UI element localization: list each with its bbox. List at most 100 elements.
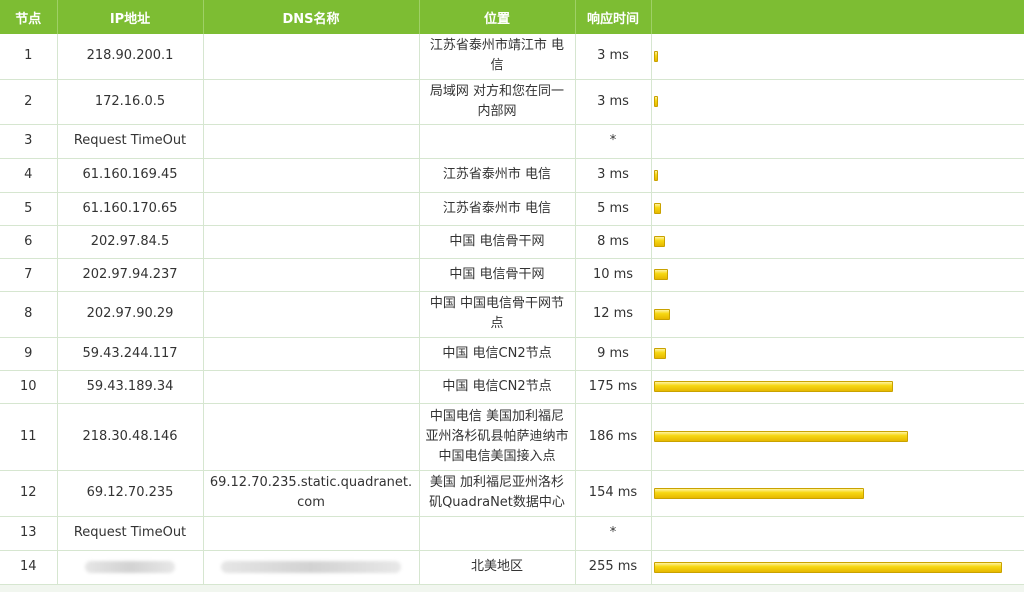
cell-location: 局域网 对方和您在同一内部网 xyxy=(419,79,576,125)
cell-location: 江苏省泰州市 电信 xyxy=(419,192,576,226)
cell-bar xyxy=(651,158,1024,193)
table-row: 2 172.16.0.5 局域网 对方和您在同一内部网 3 ms xyxy=(0,79,1024,125)
cell-ip: 202.97.94.237 xyxy=(57,258,204,292)
latency-bar xyxy=(653,50,658,62)
cell-dns xyxy=(203,192,420,226)
table-row: 13 Request TimeOut * xyxy=(0,516,1024,551)
cell-dns xyxy=(203,225,420,259)
cell-dns xyxy=(203,550,420,585)
cell-node: 10 xyxy=(0,370,58,404)
cell-time: * xyxy=(575,124,652,159)
cell-location: 中国电信 美国加利福尼亚州洛杉矶县帕萨迪纳市中国电信美国接入点 xyxy=(419,403,576,471)
cell-location xyxy=(419,516,576,551)
latency-bar xyxy=(653,348,666,359)
cell-bar xyxy=(651,403,1024,471)
cell-ip: Request TimeOut xyxy=(57,516,204,551)
cell-ip: 172.16.0.5 xyxy=(57,79,204,125)
header-location: 位置 xyxy=(419,0,576,34)
cell-location: 中国 电信CN2节点 xyxy=(419,370,576,404)
header-dns: DNS名称 xyxy=(203,0,420,34)
cell-dns xyxy=(203,403,420,471)
cell-ip: 59.43.244.117 xyxy=(57,337,204,371)
latency-bar xyxy=(653,169,658,181)
cell-time: 12 ms xyxy=(575,291,652,338)
cell-time: 9 ms xyxy=(575,337,652,371)
cell-node: 11 xyxy=(0,403,58,471)
cell-ip: 61.160.169.45 xyxy=(57,158,204,193)
cell-node: 8 xyxy=(0,291,58,338)
latency-bar xyxy=(653,561,1002,573)
cell-location: 中国 电信骨干网 xyxy=(419,258,576,292)
latency-bar xyxy=(653,96,658,107)
latency-bar xyxy=(653,269,668,280)
cell-bar xyxy=(651,337,1024,371)
cell-dns xyxy=(203,370,420,404)
cell-dns xyxy=(203,79,420,125)
cell-time: 5 ms xyxy=(575,192,652,226)
cell-time: 175 ms xyxy=(575,370,652,404)
latency-bar xyxy=(653,236,665,247)
cell-node: 12 xyxy=(0,470,58,517)
cell-dns xyxy=(203,34,420,80)
cell-node: 3 xyxy=(0,124,58,159)
cell-location: 美国 加利福尼亚州洛杉矶QuadraNet数据中心 xyxy=(419,470,576,517)
cell-node: 2 xyxy=(0,79,58,125)
cell-time: 255 ms xyxy=(575,550,652,585)
cell-location xyxy=(419,124,576,159)
cell-location: 北美地区 xyxy=(419,550,576,585)
latency-bar xyxy=(653,381,893,392)
cell-time: 10 ms xyxy=(575,258,652,292)
cell-node: 1 xyxy=(0,34,58,80)
cell-dns xyxy=(203,516,420,551)
cell-location: 江苏省泰州市靖江市 电信 xyxy=(419,34,576,80)
latency-bar xyxy=(653,308,670,320)
cell-node: 13 xyxy=(0,516,58,551)
cell-dns xyxy=(203,291,420,338)
cell-bar xyxy=(651,225,1024,259)
table-row: 3 Request TimeOut * xyxy=(0,124,1024,159)
cell-time: 186 ms xyxy=(575,403,652,471)
table-row: 11 218.30.48.146 中国电信 美国加利福尼亚州洛杉矶县帕萨迪纳市中… xyxy=(0,403,1024,471)
cell-node: 4 xyxy=(0,158,58,193)
table-row: 5 61.160.170.65 江苏省泰州市 电信 5 ms xyxy=(0,192,1024,226)
cell-ip: 218.90.200.1 xyxy=(57,34,204,80)
table-row: 9 59.43.244.117 中国 电信CN2节点 9 ms xyxy=(0,337,1024,371)
cell-dns xyxy=(203,258,420,292)
cell-node: 9 xyxy=(0,337,58,371)
redacted-ip xyxy=(85,560,175,573)
cell-bar xyxy=(651,516,1024,551)
cell-time: 154 ms xyxy=(575,470,652,517)
cell-bar xyxy=(651,550,1024,585)
cell-time: 3 ms xyxy=(575,79,652,125)
cell-bar xyxy=(651,258,1024,292)
header-node: 节点 xyxy=(0,0,58,34)
cell-location: 中国 电信CN2节点 xyxy=(419,337,576,371)
header-ip: IP地址 xyxy=(57,0,204,34)
cell-dns xyxy=(203,158,420,193)
cell-ip: 69.12.70.235 xyxy=(57,470,204,517)
cell-bar xyxy=(651,470,1024,517)
cell-time: * xyxy=(575,516,652,551)
table-row: 12 69.12.70.235 69.12.70.235.static.quad… xyxy=(0,470,1024,517)
table-row: 6 202.97.84.5 中国 电信骨干网 8 ms xyxy=(0,225,1024,259)
table-header-row: 节点 IP地址 DNS名称 位置 响应时间 xyxy=(0,0,1024,34)
cell-time: 3 ms xyxy=(575,34,652,80)
table-row: 8 202.97.90.29 中国 中国电信骨干网节点 12 ms xyxy=(0,291,1024,338)
cell-bar xyxy=(651,192,1024,226)
header-bar xyxy=(651,0,1024,34)
cell-ip: 218.30.48.146 xyxy=(57,403,204,471)
cell-ip xyxy=(57,550,204,585)
cell-dns xyxy=(203,124,420,159)
cell-node: 6 xyxy=(0,225,58,259)
cell-bar xyxy=(651,124,1024,159)
redacted-dns xyxy=(221,560,401,573)
table-row: 7 202.97.94.237 中国 电信骨干网 10 ms xyxy=(0,258,1024,292)
table-row: 1 218.90.200.1 江苏省泰州市靖江市 电信 3 ms xyxy=(0,34,1024,80)
cell-location: 中国 电信骨干网 xyxy=(419,225,576,259)
cell-location: 江苏省泰州市 电信 xyxy=(419,158,576,193)
cell-node: 14 xyxy=(0,550,58,585)
cell-ip: 202.97.84.5 xyxy=(57,225,204,259)
cell-time: 3 ms xyxy=(575,158,652,193)
cell-location: 中国 中国电信骨干网节点 xyxy=(419,291,576,338)
cell-ip: 202.97.90.29 xyxy=(57,291,204,338)
